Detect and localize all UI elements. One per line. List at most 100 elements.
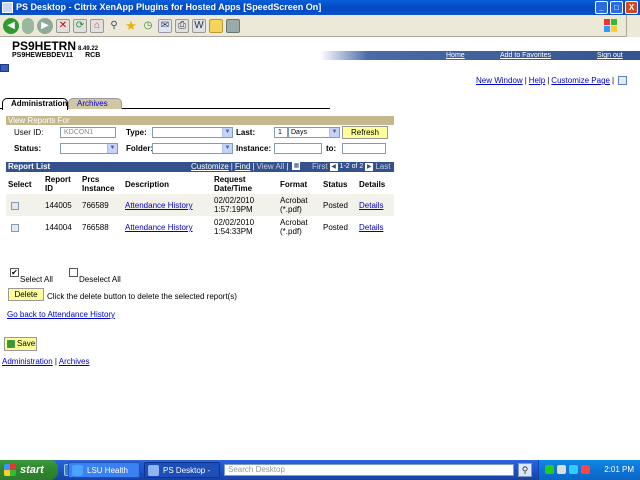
select-all-checkbox[interactable]: ✔ (10, 268, 19, 277)
col-format[interactable]: Format (280, 180, 307, 189)
toolbar-grip (626, 15, 640, 37)
chevron-down-icon: ▼ (222, 128, 232, 137)
instance-from-field[interactable] (274, 143, 322, 154)
footer-archives-link[interactable]: Archives (59, 357, 90, 366)
taskbar-item-lsu[interactable]: LSU Health Sci... (68, 462, 140, 478)
home-link[interactable]: Home (446, 51, 465, 60)
report-id: 144004 (45, 223, 72, 232)
save-label: Save (17, 339, 36, 348)
status-label: Status: (14, 144, 42, 153)
to-label: to: (326, 144, 337, 153)
volume-icon[interactable] (557, 465, 566, 474)
details-link[interactable]: Details (359, 201, 383, 210)
home-icon[interactable]: ⌂ (90, 18, 104, 33)
deselect-all-label[interactable]: Deselect All (79, 275, 121, 284)
header-nav: Home Add to Favorites Sign out (320, 51, 640, 60)
favorites-icon[interactable]: ★ (124, 18, 138, 33)
tray-app-icon[interactable] (569, 465, 578, 474)
search-icon[interactable]: ⚲ (107, 18, 121, 33)
format-name: Acrobat (280, 218, 308, 227)
network-icon[interactable] (545, 465, 554, 474)
taskbar-item-ps-desktop[interactable]: PS Desktop - ... (144, 462, 220, 478)
folder-select[interactable]: ▼ (152, 143, 233, 154)
col-prcs-instance[interactable]: Prcs Instance (82, 175, 116, 193)
dropdown-icon[interactable] (22, 17, 34, 34)
request-time: 1:54:33PM (214, 227, 253, 236)
type-select[interactable]: ▼ (152, 127, 233, 138)
select-all-label[interactable]: Select All (20, 275, 53, 284)
history-icon[interactable]: ◷ (141, 18, 155, 33)
delete-button[interactable]: Delete (8, 288, 44, 301)
col-request-datetime[interactable]: Request Date/Time (214, 175, 260, 193)
description-link[interactable]: Attendance History (125, 223, 193, 232)
last-unit-select[interactable]: Days ▼ (288, 127, 340, 138)
menu-toggle-icon[interactable] (0, 64, 9, 72)
taskbar: start LSU Health Sci... PS Desktop - ...… (0, 460, 640, 480)
maximize-button[interactable]: □ (610, 1, 623, 14)
back-icon[interactable]: ◀ (3, 17, 19, 34)
details-link[interactable]: Details (359, 223, 383, 232)
windows-logo-icon (604, 19, 617, 32)
forward-icon[interactable]: ▶ (37, 17, 53, 34)
row-range: 1-2 of 2 (339, 163, 364, 170)
system-tray: 2:01 PM (538, 460, 640, 480)
mail-icon[interactable]: ✉ (158, 18, 172, 33)
http-icon[interactable] (618, 76, 628, 85)
view-all-link[interactable]: View All (257, 162, 285, 172)
format-name: Acrobat (280, 196, 308, 205)
refresh-icon[interactable]: ⟳ (73, 18, 87, 33)
status-select[interactable]: ▼ (60, 143, 118, 154)
user-code: RCB (85, 52, 101, 59)
report-id: 144005 (45, 201, 72, 210)
row-select-checkbox[interactable] (11, 224, 19, 232)
tab-administration[interactable]: Administration (2, 98, 68, 110)
customize-link[interactable]: Customize (191, 162, 229, 172)
edit-icon[interactable]: W (192, 18, 206, 33)
go-back-link[interactable]: Go back to Attendance History (7, 310, 115, 319)
col-description[interactable]: Description (125, 180, 169, 189)
add-favorites-link[interactable]: Add to Favorites (500, 51, 551, 60)
print-icon[interactable]: ⎙ (175, 18, 189, 33)
help-link[interactable]: Help (529, 76, 545, 85)
security-icon[interactable] (581, 465, 590, 474)
col-report-id[interactable]: Report ID (45, 175, 73, 193)
previous-icon[interactable]: ◀ (329, 163, 338, 171)
new-window-link[interactable]: New Window (476, 76, 523, 85)
deselect-all-checkbox[interactable] (69, 268, 78, 277)
download-icon[interactable]: ▦ (292, 162, 301, 170)
customize-page-link[interactable]: Customize Page (551, 76, 610, 85)
format-ext: (*.pdf) (280, 227, 302, 236)
next-icon[interactable]: ▶ (365, 163, 374, 171)
minimize-button[interactable]: _ (595, 1, 608, 14)
sign-out-link[interactable]: Sign out (597, 51, 623, 60)
folder-icon[interactable] (209, 18, 223, 33)
citrix-icon (148, 465, 159, 476)
find-link[interactable]: Find (235, 162, 251, 172)
chevron-down-icon: ▼ (222, 144, 232, 153)
user-id-field[interactable]: KDCON1 (60, 127, 116, 138)
table-row: 144005 766589 Attendance History 02/02/2… (6, 194, 394, 216)
close-button[interactable]: X (625, 1, 638, 14)
last-count-field[interactable]: 1 (274, 127, 288, 138)
row-select-checkbox[interactable] (11, 202, 19, 210)
tab-archives[interactable]: Archives (68, 98, 122, 109)
start-button[interactable]: start (0, 460, 58, 480)
desktop-search-input[interactable]: Search Desktop (224, 464, 514, 476)
col-details: Details (359, 180, 386, 189)
request-date: 02/02/2010 (214, 196, 255, 205)
save-icon (7, 340, 15, 348)
last-link[interactable]: Last (375, 162, 390, 172)
windows-flag-icon (4, 464, 16, 476)
research-icon[interactable] (226, 18, 240, 33)
instance-to-field[interactable] (342, 143, 386, 154)
prcs-instance: 766589 (82, 201, 109, 210)
footer-administration-link[interactable]: Administration (2, 357, 53, 366)
save-button[interactable]: Save (4, 337, 37, 351)
description-link[interactable]: Attendance History (125, 201, 193, 210)
refresh-button[interactable]: Refresh (342, 126, 388, 139)
col-status[interactable]: Status (323, 180, 347, 189)
window-title: PS Desktop - Citrix XenApp Plugins for H… (16, 2, 322, 12)
search-icon[interactable]: ⚲ (518, 463, 532, 477)
first-link[interactable]: First (312, 162, 328, 172)
stop-icon[interactable]: ✕ (56, 18, 70, 33)
